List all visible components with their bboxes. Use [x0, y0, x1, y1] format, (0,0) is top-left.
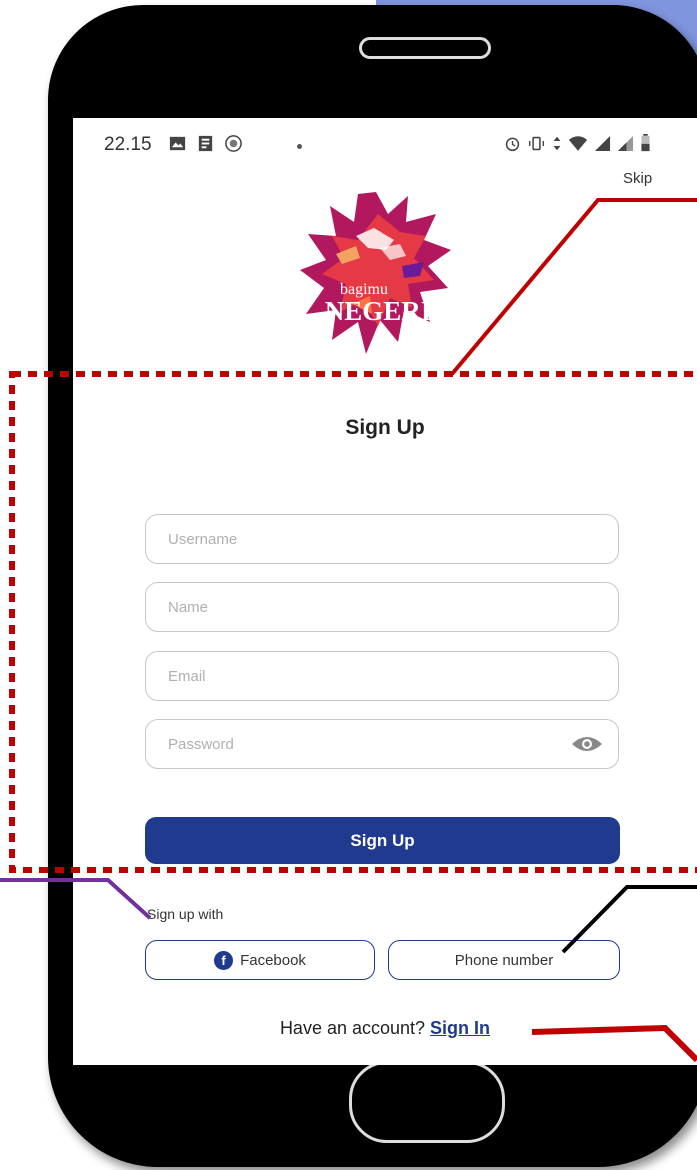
status-time: 22.15	[104, 134, 152, 155]
status-icons-left	[168, 134, 243, 153]
status-bar: 22.15	[73, 118, 697, 166]
phone-number-button[interactable]: Phone number	[388, 940, 620, 980]
vibrate-icon	[529, 136, 544, 150]
facebook-icon: f	[214, 950, 234, 970]
alarm-icon	[505, 137, 520, 151]
bagimu-negeri-logo: bagimu NEGERI	[300, 192, 451, 354]
name-input[interactable]	[166, 583, 570, 631]
phone-number-label: Phone number	[454, 951, 554, 969]
username-input[interactable]	[166, 515, 570, 563]
status-icons-right	[504, 134, 651, 152]
show-password-icon[interactable]	[570, 734, 604, 754]
phone-speaker	[359, 37, 491, 59]
sign-in-link[interactable]: Sign In	[430, 1018, 490, 1038]
app-screen: 22.15 Skip bagimu NEGERI Sign Up Usernam…	[73, 118, 697, 1065]
facebook-button[interactable]: f Facebook	[145, 940, 375, 980]
password-input[interactable]	[166, 720, 570, 768]
sign-up-with-label: Sign up with	[147, 906, 224, 922]
email-input[interactable]	[166, 652, 570, 700]
have-account-question: Have an account?	[279, 1018, 431, 1038]
home-button[interactable]	[349, 1061, 505, 1143]
data-icon	[553, 136, 561, 150]
news-icon	[198, 135, 213, 152]
page-title: Sign Up	[345, 416, 425, 439]
skip-button[interactable]: Skip	[623, 170, 652, 187]
password-field[interactable]	[145, 719, 619, 769]
app-icon	[225, 135, 242, 152]
have-account-text: Have an account? Sign In	[73, 1018, 697, 1039]
wifi-icon	[568, 135, 588, 151]
signal-icon-2	[617, 135, 634, 151]
battery-icon	[641, 134, 650, 152]
logo-text-negeri: NEGERI	[325, 296, 432, 326]
sign-up-button[interactable]: Sign Up	[145, 817, 620, 864]
facebook-label: Facebook	[240, 951, 306, 969]
name-field[interactable]	[145, 582, 619, 632]
email-field[interactable]	[145, 651, 619, 701]
signal-icon	[594, 135, 611, 151]
status-dot	[297, 144, 302, 149]
image-icon	[169, 136, 186, 151]
username-field[interactable]	[145, 514, 619, 564]
